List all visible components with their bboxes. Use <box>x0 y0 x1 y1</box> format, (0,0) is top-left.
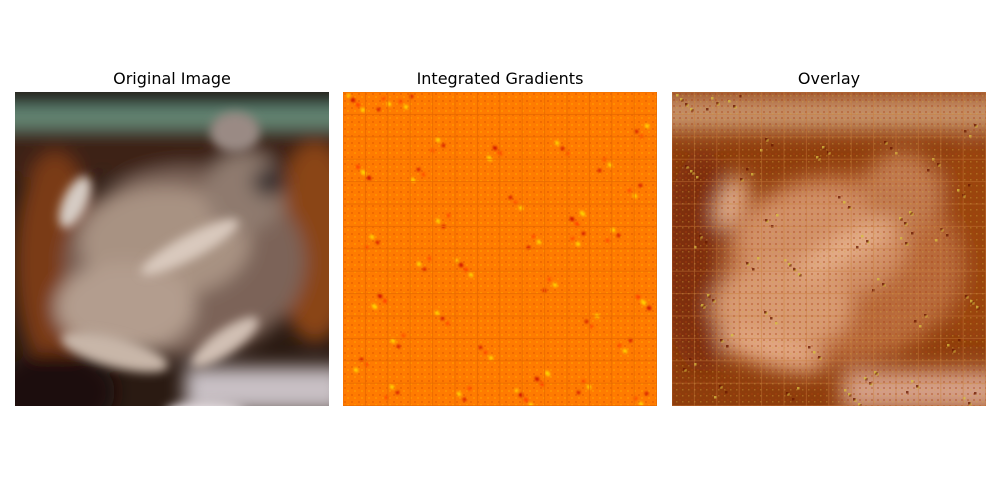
panel-original: Original Image <box>15 66 329 406</box>
attribution-heatmap <box>343 92 657 406</box>
figure: Original Image Integrated Gradients Over… <box>0 0 1000 500</box>
panel-title-integrated-gradients: Integrated Gradients <box>416 69 584 88</box>
panel-title-original: Original Image <box>113 69 231 88</box>
panel-integrated-gradients: Integrated Gradients <box>343 66 657 406</box>
panel-overlay: Overlay <box>672 66 986 406</box>
frog-photo <box>15 92 329 406</box>
panel-title-overlay: Overlay <box>797 69 861 88</box>
overlay-photo-heatmap <box>672 92 986 406</box>
